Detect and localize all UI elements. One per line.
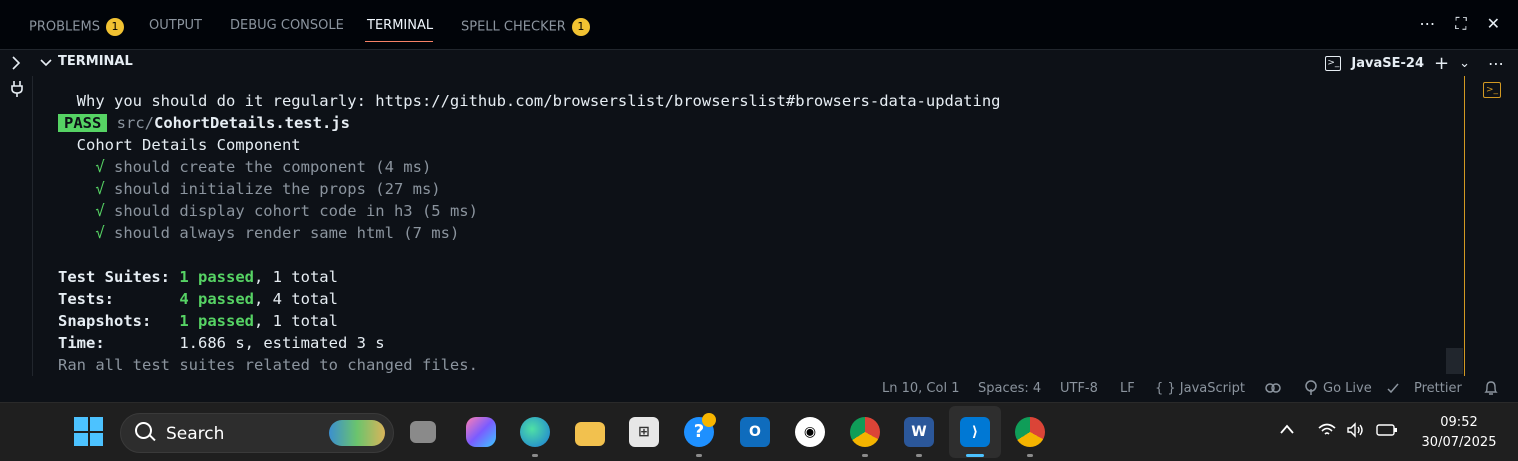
spell-checker-count-badge: 1 (571, 18, 590, 36)
problems-count-badge: 1 (105, 18, 124, 36)
running-indicator (862, 454, 868, 457)
clock-date: 30/07/2025 (1421, 435, 1497, 450)
tab-problems[interactable]: PROBLEMS 1 (29, 18, 124, 36)
chevron-down-icon[interactable] (40, 58, 52, 67)
active-app-indicator (966, 454, 984, 457)
running-indicator (532, 454, 538, 457)
tab-debug-console-label: DEBUG CONSOLE (230, 18, 344, 33)
tab-spell-checker-label: SPELL CHECKER (461, 19, 566, 35)
tab-debug-console[interactable]: DEBUG CONSOLE (230, 18, 344, 33)
search-icon (135, 422, 152, 439)
check-icon: √ (95, 180, 105, 198)
copilot-icon[interactable] (1265, 381, 1281, 396)
terminal-output[interactable]: Why you should do it regularly: https://… (58, 90, 1001, 376)
terminal-list: >_ (1464, 76, 1518, 376)
status-cursor-position[interactable]: Ln 10, Col 1 (882, 381, 959, 396)
summary-time: Time: 1.686 s, estimated 3 s (58, 334, 385, 352)
check-icon: √ (95, 224, 105, 242)
plug-icon[interactable] (10, 80, 24, 98)
clock-time: 09:52 (1440, 415, 1478, 430)
chrome-icon[interactable] (850, 417, 880, 447)
vscode-icon[interactable]: ⟩ (960, 417, 990, 447)
summary-tests: Tests: 4 passed, 4 total (58, 290, 338, 308)
status-encoding[interactable]: UTF-8 (1060, 381, 1098, 396)
battery-icon[interactable] (1376, 424, 1398, 436)
terminal-header: TERMINAL >_ JavaSE-24 + ⌄ ⋯ (32, 50, 1518, 76)
terminal-profile-name[interactable]: JavaSE-24 (1351, 56, 1424, 71)
status-prettier[interactable]: Prettier (1414, 381, 1462, 396)
tab-terminal-label: TERMINAL (367, 18, 434, 33)
test-file-dir: src/ (116, 114, 154, 132)
terminal-line: Cohort Details Component (58, 136, 301, 154)
close-panel-icon[interactable]: ✕ (1487, 14, 1500, 34)
terminal-line: Why you should do it regularly: https://… (58, 92, 1001, 110)
microsoft-store-icon[interactable]: ⊞ (629, 417, 659, 447)
tab-problems-label: PROBLEMS (29, 19, 100, 35)
search-label: Search (166, 424, 225, 444)
github-desktop-icon[interactable]: ◉ (795, 417, 825, 447)
status-language[interactable]: { } JavaScript (1155, 381, 1245, 396)
more-actions-icon[interactable]: ⋯ (1419, 14, 1435, 34)
tab-spell-checker[interactable]: SPELL CHECKER 1 (461, 18, 590, 36)
panel-tab-bar: PROBLEMS 1 OUTPUT DEBUG CONSOLE TERMINAL … (0, 0, 1518, 50)
taskbar-search-box[interactable]: Search (120, 413, 394, 453)
test-result-line: √ should create the component (4 ms) (95, 158, 432, 176)
search-highlight-image (329, 420, 385, 446)
windows-start-icon[interactable] (74, 417, 103, 446)
terminal-side-bar (0, 50, 33, 376)
summary-suites: Test Suites: 1 passed, 1 total (58, 268, 338, 286)
terminal-header-actions: >_ JavaSE-24 + ⌄ ⋯ (1325, 53, 1504, 74)
double-check-icon (1387, 383, 1399, 394)
terminal-section-title: TERMINAL (58, 54, 133, 69)
chevron-up-icon[interactable] (1279, 423, 1295, 435)
wifi-icon[interactable] (1318, 422, 1336, 438)
file-explorer-icon[interactable] (575, 422, 605, 446)
summary-snapshots: Snapshots: 1 passed, 1 total (58, 312, 338, 330)
status-indentation[interactable]: Spaces: 4 (978, 381, 1041, 396)
test-result-line: √ should always render same html (7 ms) (95, 224, 460, 242)
check-icon: √ (95, 202, 105, 220)
test-file-name: CohortDetails.test.js (154, 114, 350, 132)
terminal-instance-icon[interactable]: >_ (1483, 82, 1501, 98)
terminal-dropdown-icon[interactable]: ⌄ (1459, 56, 1470, 71)
check-icon: √ (95, 158, 105, 176)
running-indicator (1027, 454, 1033, 457)
active-tab-indicator (365, 41, 433, 42)
test-result-line: √ should initialize the props (27 ms) (95, 180, 441, 198)
terminal-line: PASS src/CohortDetails.test.js (58, 112, 1001, 134)
tab-output[interactable]: OUTPUT (149, 18, 202, 33)
windows-taskbar: Search ⊞ ? O ◉ W ⟩ 09:52 30/07/2025 (0, 402, 1518, 461)
broadcast-icon (1305, 380, 1317, 395)
new-terminal-button[interactable]: + (1434, 53, 1449, 74)
maximize-panel-icon[interactable]: ⛶ (1455, 14, 1466, 34)
tab-output-label: OUTPUT (149, 18, 202, 33)
status-eol[interactable]: LF (1120, 381, 1135, 396)
status-bar: Ln 10, Col 1 Spaces: 4 UTF-8 LF { } Java… (0, 376, 1518, 402)
notification-dot (702, 413, 716, 427)
panel-actions: ⋯ ⛶ ✕ (1419, 14, 1500, 34)
outlook-icon[interactable]: O (740, 417, 770, 447)
pass-badge: PASS (58, 114, 108, 132)
word-icon[interactable]: W (904, 417, 934, 447)
task-view-icon[interactable] (410, 421, 436, 443)
tab-terminal[interactable]: TERMINAL (367, 18, 433, 33)
running-indicator (696, 454, 702, 457)
copilot-app-icon[interactable] (466, 417, 496, 447)
summary-footer: Ran all test suites related to changed f… (58, 356, 478, 374)
chevron-right-icon[interactable] (11, 56, 21, 70)
running-indicator (916, 454, 922, 457)
edge-browser-icon[interactable] (520, 417, 550, 447)
terminal-more-icon[interactable]: ⋯ (1488, 54, 1504, 73)
taskbar-clock[interactable]: 09:52 30/07/2025 (1414, 413, 1504, 453)
volume-icon[interactable] (1346, 422, 1364, 438)
chrome-profile-icon[interactable] (1015, 417, 1045, 447)
status-go-live[interactable]: Go Live (1323, 381, 1372, 396)
test-result-line: √ should display cohort code in h3 (5 ms… (95, 202, 478, 220)
terminal-scrollbar[interactable] (1446, 348, 1463, 374)
terminal-profile-icon: >_ (1325, 56, 1342, 71)
bell-icon[interactable] (1484, 380, 1498, 396)
